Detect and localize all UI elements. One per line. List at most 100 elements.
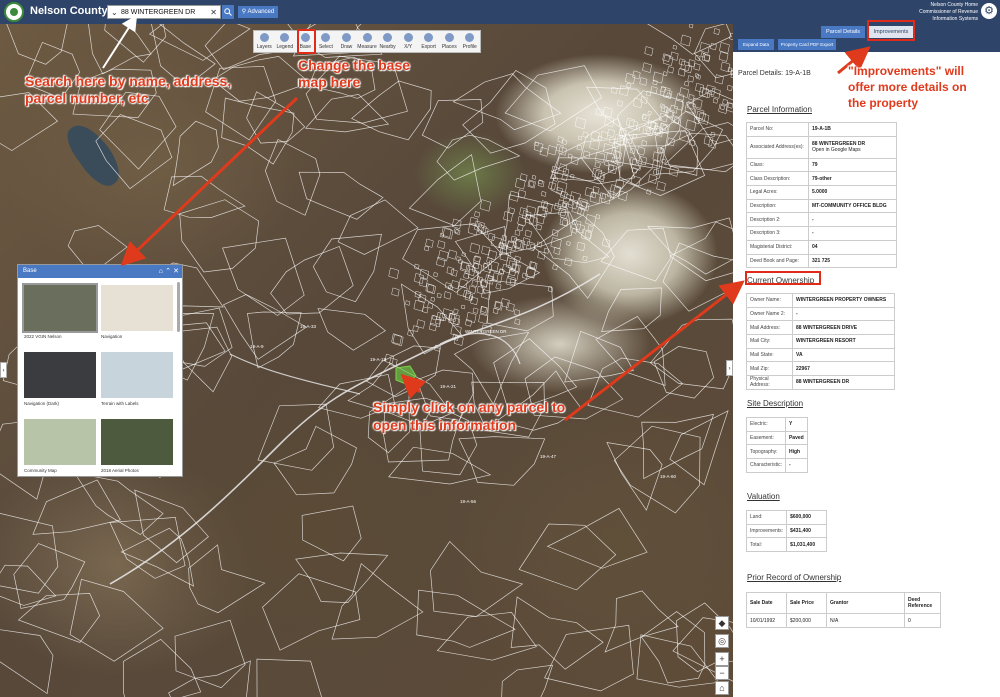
base-map-option[interactable] [22,283,98,333]
parcel-boundary[interactable] [460,261,470,271]
base-map-option[interactable] [24,352,96,398]
parcel-boundary[interactable] [437,240,446,250]
parcel-boundary[interactable] [221,97,295,165]
parcel-boundary[interactable] [298,171,384,220]
parcel-boundary[interactable] [556,180,568,193]
parcel-boundary[interactable] [453,331,530,406]
parcel-boundary[interactable] [652,71,664,84]
tab-parcel-details[interactable]: Parcel Details [821,26,865,38]
parcel-boundary[interactable] [647,24,732,55]
parcel-boundary[interactable] [570,155,579,165]
parcel-boundary[interactable] [642,62,652,73]
parcel-boundary[interactable] [481,245,491,256]
parcel-boundary[interactable] [685,119,697,132]
parcel-boundary[interactable] [626,82,632,89]
home-icon[interactable]: ⌂ [159,265,163,278]
parcel-boundary[interactable] [561,174,568,182]
parcel-boundary[interactable] [590,130,600,141]
parcel-boundary[interactable] [436,612,537,661]
parcel-boundary[interactable] [458,436,546,486]
parcel-boundary[interactable] [587,225,594,232]
parcel-boundary[interactable] [567,153,573,159]
parcel-boundary[interactable] [625,117,635,128]
parcel-boundary[interactable] [436,292,442,299]
parcel-boundary[interactable] [304,94,390,133]
parcel-boundary[interactable] [188,544,266,614]
parcel-boundary[interactable] [430,540,524,617]
parcel-boundary[interactable] [684,80,690,87]
tool-export[interactable]: Export [418,31,439,52]
scrollbar[interactable] [177,282,180,332]
parcel-boundary[interactable] [528,180,535,188]
tool-select[interactable]: Select [316,31,337,52]
home-icon[interactable]: ⌂ [715,681,729,695]
parcel-boundary[interactable] [652,151,662,162]
parcel-boundary[interactable] [665,108,675,119]
parcel-boundary[interactable] [657,146,664,154]
parcel-boundary[interactable] [270,245,354,315]
parcel-boundary[interactable] [495,283,502,290]
chevron-down-icon[interactable]: ⌄ [111,6,118,19]
parcel-boundary[interactable] [600,227,672,282]
parcel-boundary[interactable] [454,226,541,294]
parcel-boundary[interactable] [710,42,717,51]
parcel-boundary[interactable] [587,357,684,418]
parcel-boundary[interactable] [455,229,461,235]
parcel-boundary[interactable] [172,120,219,187]
parcel-boundary[interactable] [672,44,678,50]
parcel-boundary[interactable] [256,658,323,697]
parcel-boundary[interactable] [426,283,437,295]
parcel-boundary[interactable] [564,330,634,383]
parcel-boundary[interactable] [604,160,610,167]
parcel-boundary[interactable] [223,294,308,360]
parcel-boundary[interactable] [472,307,479,314]
parcel-boundary[interactable] [616,100,623,107]
parcel-boundary[interactable] [594,151,606,163]
right-panel-toggle[interactable]: › [726,360,733,376]
road[interactable] [229,353,361,395]
parcel-boundary[interactable] [540,200,549,209]
search-button[interactable] [222,5,234,19]
parcel-boundary[interactable] [453,308,459,315]
search-box[interactable]: ⌄ ✕ [107,5,221,19]
parcel-boundary[interactable] [595,315,666,387]
parcel-boundary[interactable] [668,165,679,177]
parcel-boundary[interactable] [585,214,597,227]
parcel-boundary[interactable] [174,619,246,689]
parcel-boundary[interactable] [660,123,667,130]
link-commissioner[interactable]: Commissioner of Revenue [919,9,978,16]
parcel-boundary[interactable] [446,266,455,275]
base-map-option[interactable] [101,285,173,331]
parcel-boundary[interactable] [73,472,164,536]
parcel-boundary[interactable] [536,224,542,231]
parcel-boundary[interactable] [462,70,556,154]
chevron-up-icon[interactable]: ⌃ [165,265,171,278]
parcel-boundary[interactable] [179,199,260,273]
parcel-boundary[interactable] [0,564,57,606]
parcel-boundary[interactable] [602,106,613,118]
parcel-boundary[interactable] [647,110,652,116]
parcel-boundary[interactable] [582,131,589,139]
parcel-boundary[interactable] [718,103,728,114]
parcel-boundary[interactable] [720,61,731,73]
selected-parcel[interactable] [395,365,417,385]
parcel-boundary[interactable] [69,578,164,662]
parcel-boundary[interactable] [480,306,487,313]
parcel-boundary[interactable] [317,308,387,351]
parcel-boundary[interactable] [710,87,721,99]
parcel-boundary[interactable] [222,237,305,316]
tool-places[interactable]: Places [439,31,460,52]
parcel-boundary[interactable] [662,71,668,77]
parcel-boundary[interactable] [688,24,694,29]
parcel-boundary[interactable] [510,596,604,670]
google-maps-link[interactable]: Open in Google Maps [812,147,893,153]
parcel-boundary[interactable] [518,523,617,591]
gear-icon[interactable]: ⚙ [981,3,997,19]
parcel-boundary[interactable] [547,145,557,156]
parcel-boundary[interactable] [301,505,362,562]
parcel-boundary[interactable] [656,181,666,192]
parcel-boundary[interactable] [514,177,526,190]
parcel-boundary[interactable] [424,245,430,252]
parcel-boundary[interactable] [122,638,202,697]
parcel-boundary[interactable] [564,257,573,267]
